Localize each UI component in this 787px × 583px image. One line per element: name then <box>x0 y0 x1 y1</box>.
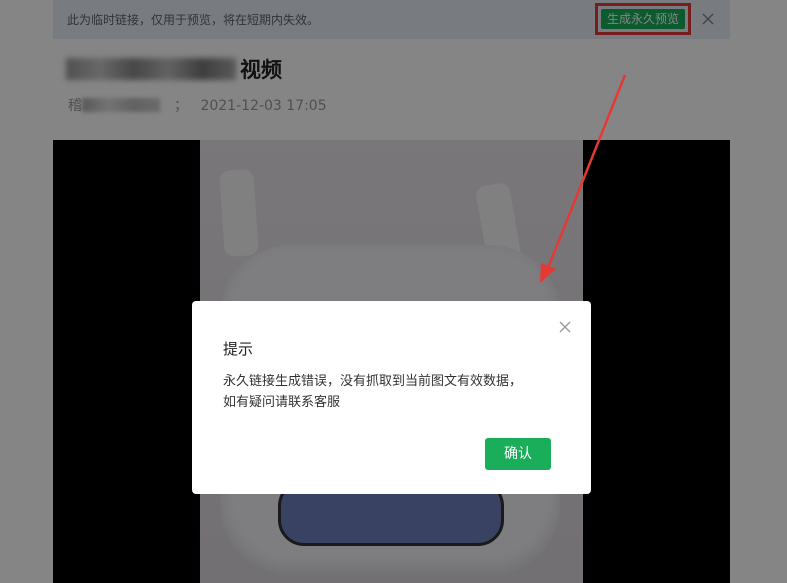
page: 此为临时链接，仅用于预览，将在短期内失效。 生成永久预览 视频 稽； 2021-… <box>0 0 787 583</box>
dialog-message-line: 永久链接生成错误，没有抓取到当前图文有效数据， <box>223 374 523 389</box>
dialog-message: 永久链接生成错误，没有抓取到当前图文有效数据， 如有疑问请联系客服 <box>223 371 568 413</box>
modal-overlay <box>0 0 787 583</box>
dialog-title: 提示 <box>223 340 254 358</box>
prompt-dialog: 提示 永久链接生成错误，没有抓取到当前图文有效数据， 如有疑问请联系客服 确认 <box>192 301 591 494</box>
dialog-message-line: 如有疑问请联系客服 <box>223 395 341 410</box>
confirm-button[interactable]: 确认 <box>485 438 551 470</box>
close-icon[interactable] <box>559 321 571 333</box>
